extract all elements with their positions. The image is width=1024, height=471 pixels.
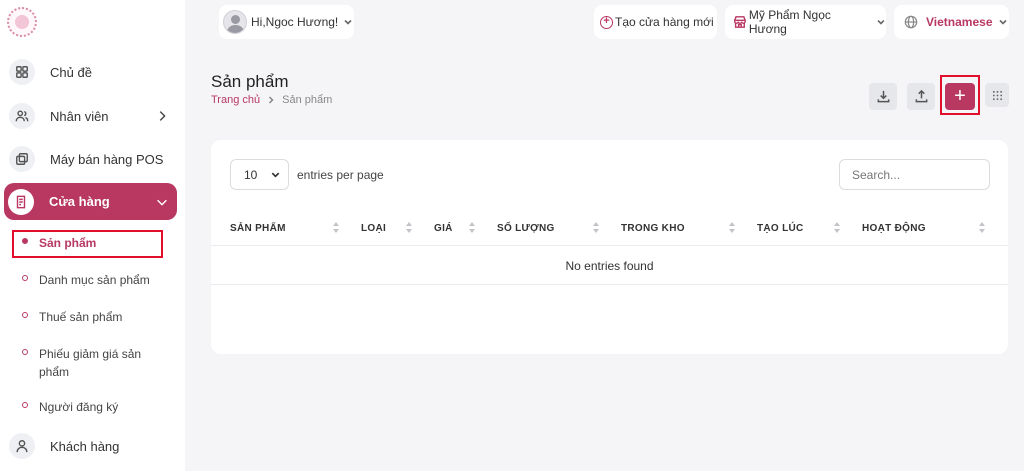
column-header-so-luong[interactable]: SỐ LƯỢNG <box>497 210 555 246</box>
sidebar-item-cua-hang[interactable]: Cửa hàng <box>4 183 177 220</box>
store-selector[interactable]: Mỹ Phẩm Ngọc Hương <box>725 5 886 39</box>
avatar <box>223 10 247 34</box>
sidebar-subitem-label: Danh mục sản phẩm <box>39 273 150 287</box>
pos-icon <box>9 146 35 172</box>
sidebar-item-khach-hang[interactable]: Khách hàng <box>5 427 177 465</box>
breadcrumb-home-link[interactable]: Trang chủ <box>211 94 260 106</box>
create-store-button[interactable]: + Tạo cửa hàng mới <box>594 5 717 39</box>
sidebar-item-label: Chủ đề <box>50 64 92 80</box>
products-table-card: 10 entries per page SẢN PHẨM LOẠI GIÁ SỐ… <box>211 140 1008 354</box>
grid-dots-icon <box>992 90 1002 100</box>
sort-icon[interactable] <box>979 222 985 234</box>
store-icon <box>734 16 746 28</box>
create-store-label: Tạo cửa hàng mới <box>615 15 714 29</box>
chevron-right-icon <box>159 111 166 121</box>
language-selector[interactable]: Vietnamese <box>894 5 1009 39</box>
user-icon <box>9 433 35 459</box>
sidebar-item-label: Nhân viên <box>50 108 109 124</box>
sidebar-item-label: Máy bán hàng POS <box>50 151 164 167</box>
brand-logo[interactable] <box>7 7 37 37</box>
sidebar-subitem-nguoi-dang-ky[interactable]: Người đăng ký <box>22 398 172 416</box>
per-page-select[interactable]: 10 <box>230 159 289 190</box>
chevron-down-icon <box>272 172 280 178</box>
upload-button[interactable] <box>907 83 935 110</box>
sidebar-item-label: Khách hàng <box>50 438 120 454</box>
table-header: SẢN PHẨM LOẠI GIÁ SỐ LƯỢNG TRONG KHO TẠO… <box>211 210 1008 246</box>
chevron-right-icon <box>269 96 274 104</box>
grid-icon <box>9 59 35 85</box>
sort-icon[interactable] <box>333 222 339 234</box>
sidebar-item-chu-de[interactable]: Chủ đề <box>5 53 177 91</box>
globe-icon <box>904 15 918 29</box>
sidebar-subitem-label: Thuế sản phẩm <box>39 310 123 324</box>
highlight-box <box>940 75 980 115</box>
sort-icon[interactable] <box>593 222 599 234</box>
highlight-box <box>12 230 163 258</box>
store-doc-icon <box>8 188 34 215</box>
sidebar-item-pos[interactable]: Máy bán hàng POS <box>5 140 177 178</box>
sidebar: Chủ đề Nhân viên Máy bán hàng POS Cửa hà… <box>0 0 185 471</box>
chevron-down-icon <box>344 19 352 25</box>
sidebar-subitem-label: Phiếu giảm giá sản phẩm <box>39 347 142 379</box>
page-title: Sản phẩm <box>211 72 289 91</box>
sidebar-subitem-phieu-giam-gia[interactable]: Phiếu giảm giá sản phẩm <box>22 345 162 381</box>
more-options-button[interactable] <box>985 83 1009 107</box>
column-header-san-pham[interactable]: SẢN PHẨM <box>230 210 286 246</box>
user-menu[interactable]: Hi,Ngoc Hương! <box>219 5 354 39</box>
empty-table-message: No entries found <box>211 247 1008 285</box>
breadcrumb: Trang chủ Sản phẩm <box>211 94 332 106</box>
entries-per-page-label: entries per page <box>297 168 384 182</box>
download-icon <box>877 90 889 103</box>
column-header-trong-kho[interactable]: TRONG KHO <box>621 210 685 246</box>
download-button[interactable] <box>869 83 897 110</box>
language-label: Vietnamese <box>926 15 993 29</box>
sort-icon[interactable] <box>406 222 412 234</box>
bullet-icon <box>22 312 28 318</box>
column-header-gia[interactable]: GIÁ <box>434 210 453 246</box>
sort-icon[interactable] <box>834 222 840 234</box>
greeting-text: Hi,Ngoc Hương! <box>251 15 339 29</box>
bullet-icon <box>22 402 28 408</box>
sort-icon[interactable] <box>469 222 475 234</box>
bullet-icon <box>22 349 28 355</box>
sidebar-subitem-label: Người đăng ký <box>39 400 119 414</box>
sidebar-item-nhan-vien[interactable]: Nhân viên <box>5 97 177 135</box>
upload-icon <box>915 89 927 103</box>
store-name: Mỹ Phẩm Ngọc Hương <box>748 8 831 36</box>
bullet-icon <box>22 275 28 281</box>
sort-icon[interactable] <box>729 222 735 234</box>
chevron-down-icon <box>877 19 885 25</box>
sidebar-subitem-danh-muc[interactable]: Danh mục sản phẩm <box>22 271 172 289</box>
sidebar-subitem-thue[interactable]: Thuế sản phẩm <box>22 308 172 326</box>
plus-circle-icon: + <box>600 15 613 29</box>
sidebar-item-label: Cửa hàng <box>49 194 110 209</box>
search-input[interactable] <box>839 159 990 190</box>
column-header-loai[interactable]: LOẠI <box>361 210 386 246</box>
chevron-down-icon <box>157 199 167 206</box>
per-page-value: 10 <box>244 167 258 182</box>
breadcrumb-current: Sản phẩm <box>282 94 333 106</box>
users-icon <box>9 103 35 129</box>
column-header-tao-luc[interactable]: TẠO LÚC <box>757 210 804 246</box>
column-header-hoat-dong[interactable]: HOẠT ĐỘNG <box>862 210 926 246</box>
chevron-down-icon <box>998 19 1007 25</box>
